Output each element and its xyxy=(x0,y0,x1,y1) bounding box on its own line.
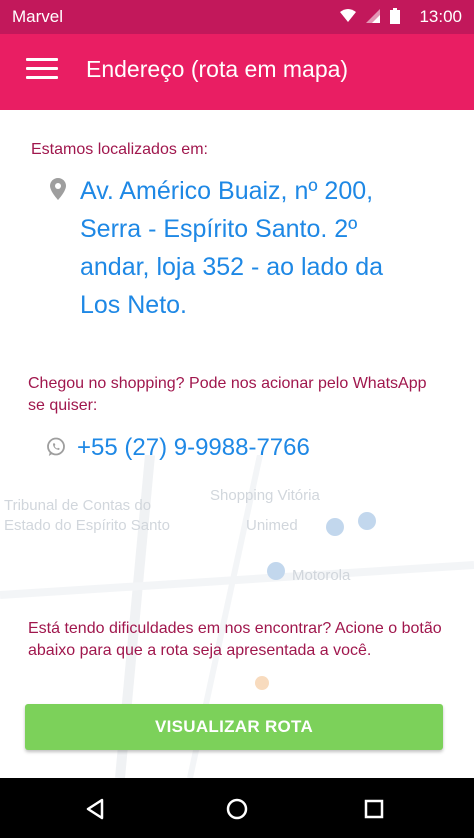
location-pin-icon xyxy=(50,178,66,200)
back-icon[interactable] xyxy=(78,792,112,826)
app-bar: Endereço (rota em mapa) xyxy=(0,34,474,110)
status-bar: Marvel 13:00 xyxy=(0,0,474,34)
whatsapp-prompt: Chegou no shopping? Pode nos acionar pel… xyxy=(28,375,427,414)
carrier-name: Marvel xyxy=(12,7,64,26)
map-label: Estado do Espírito Santo xyxy=(4,517,170,534)
whatsapp-phone-link[interactable]: +55 (27) 9-9988-7766 xyxy=(77,434,310,462)
signal-icon xyxy=(366,9,380,23)
page-title: Endereço (rota em mapa) xyxy=(86,56,349,82)
help-text: Está tendo dificuldades em nos encontrar… xyxy=(28,620,442,659)
main-content: Tribunal de Contas do Estado do Espírito… xyxy=(0,110,474,778)
location-intro: Estamos localizados em: xyxy=(31,141,208,158)
map-label: Motorola xyxy=(292,567,351,584)
status-icons xyxy=(340,8,400,24)
view-route-button[interactable]: VISUALIZAR ROTA xyxy=(25,704,443,750)
map-label: Tribunal de Contas do xyxy=(4,497,152,514)
map-label: Unimed xyxy=(246,517,298,534)
battery-icon xyxy=(390,8,400,24)
address-text[interactable]: Av. Américo Buaiz, nº 200, Serra - Espír… xyxy=(80,172,430,324)
home-icon[interactable] xyxy=(220,792,254,826)
whatsapp-icon xyxy=(47,437,65,456)
clock: 13:00 xyxy=(419,7,462,26)
hamburger-menu-icon[interactable] xyxy=(26,58,58,86)
navigation-bar xyxy=(0,778,474,838)
map-label: Shopping Vitória xyxy=(210,487,320,504)
wifi-icon xyxy=(340,9,356,22)
recents-icon[interactable] xyxy=(357,792,391,826)
